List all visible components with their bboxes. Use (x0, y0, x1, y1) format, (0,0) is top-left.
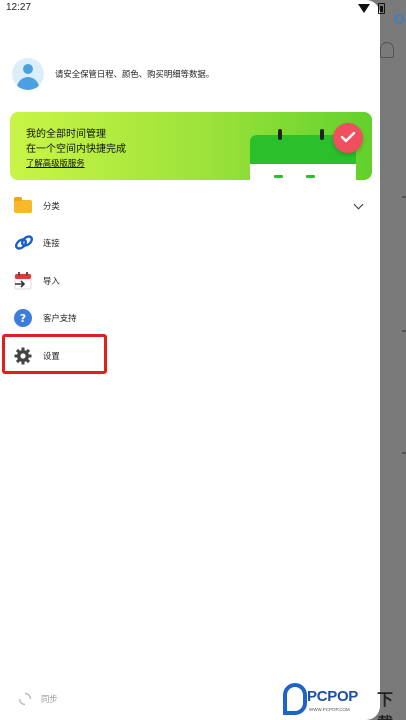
folder-icon (14, 196, 32, 215)
sync-button[interactable]: 同步 (18, 692, 58, 706)
link-icon (14, 234, 34, 252)
profile-message: 请安全保管日程、颜色、购买明细等数据。 (55, 69, 215, 79)
background-tick (402, 330, 406, 332)
menu-item-label: 分类 (43, 200, 60, 211)
watermark-url: WWW.PCPOP.COM (309, 707, 350, 712)
status-bar: 12:27 (0, 0, 406, 18)
pcpop-watermark: PCPOP 下载 WWW.PCPOP.COM (283, 683, 406, 720)
menu-item-connect[interactable]: 连接 (0, 225, 380, 263)
menu-item-category[interactable]: 分类 (0, 187, 380, 225)
menu-item-label: 客户支持 (43, 313, 77, 324)
promo-line-2: 在一个空间内快捷完成 (26, 144, 126, 155)
background-tick (402, 452, 406, 454)
pcpop-logo-icon (283, 683, 307, 715)
profile-section[interactable]: 请安全保管日程、颜色、购买明细等数据。 (12, 58, 214, 90)
premium-promo-banner[interactable]: 我的全部时间管理 在一个空间内快捷完成 了解高级版服务 (10, 112, 372, 180)
background-bell-icon (380, 42, 394, 58)
settings-highlight-box (2, 334, 107, 374)
avatar[interactable] (12, 58, 44, 90)
watermark-brand-cn: 下载 (377, 690, 394, 720)
wifi-icon (358, 4, 370, 13)
menu-item-label: 导入 (43, 275, 60, 286)
battery-icon (378, 3, 385, 14)
check-badge-icon (333, 123, 363, 153)
watermark-brand: PCPOP (307, 688, 359, 705)
chevron-down-icon[interactable] (353, 199, 364, 210)
menu-item-support[interactable]: ? 客户支持 (0, 300, 380, 338)
menu-item-label: 连接 (43, 238, 60, 249)
menu-item-import[interactable]: 导入 (0, 262, 380, 300)
background-tick (402, 196, 406, 198)
premium-info-link[interactable]: 了解高级版服务 (26, 157, 85, 169)
promo-line-1: 我的全部时间管理 (26, 129, 106, 140)
sync-icon (18, 692, 32, 706)
help-icon: ? (14, 309, 32, 328)
calendar-import-icon (14, 271, 32, 290)
sync-label: 同步 (41, 694, 58, 704)
status-time: 12:27 (6, 2, 32, 13)
